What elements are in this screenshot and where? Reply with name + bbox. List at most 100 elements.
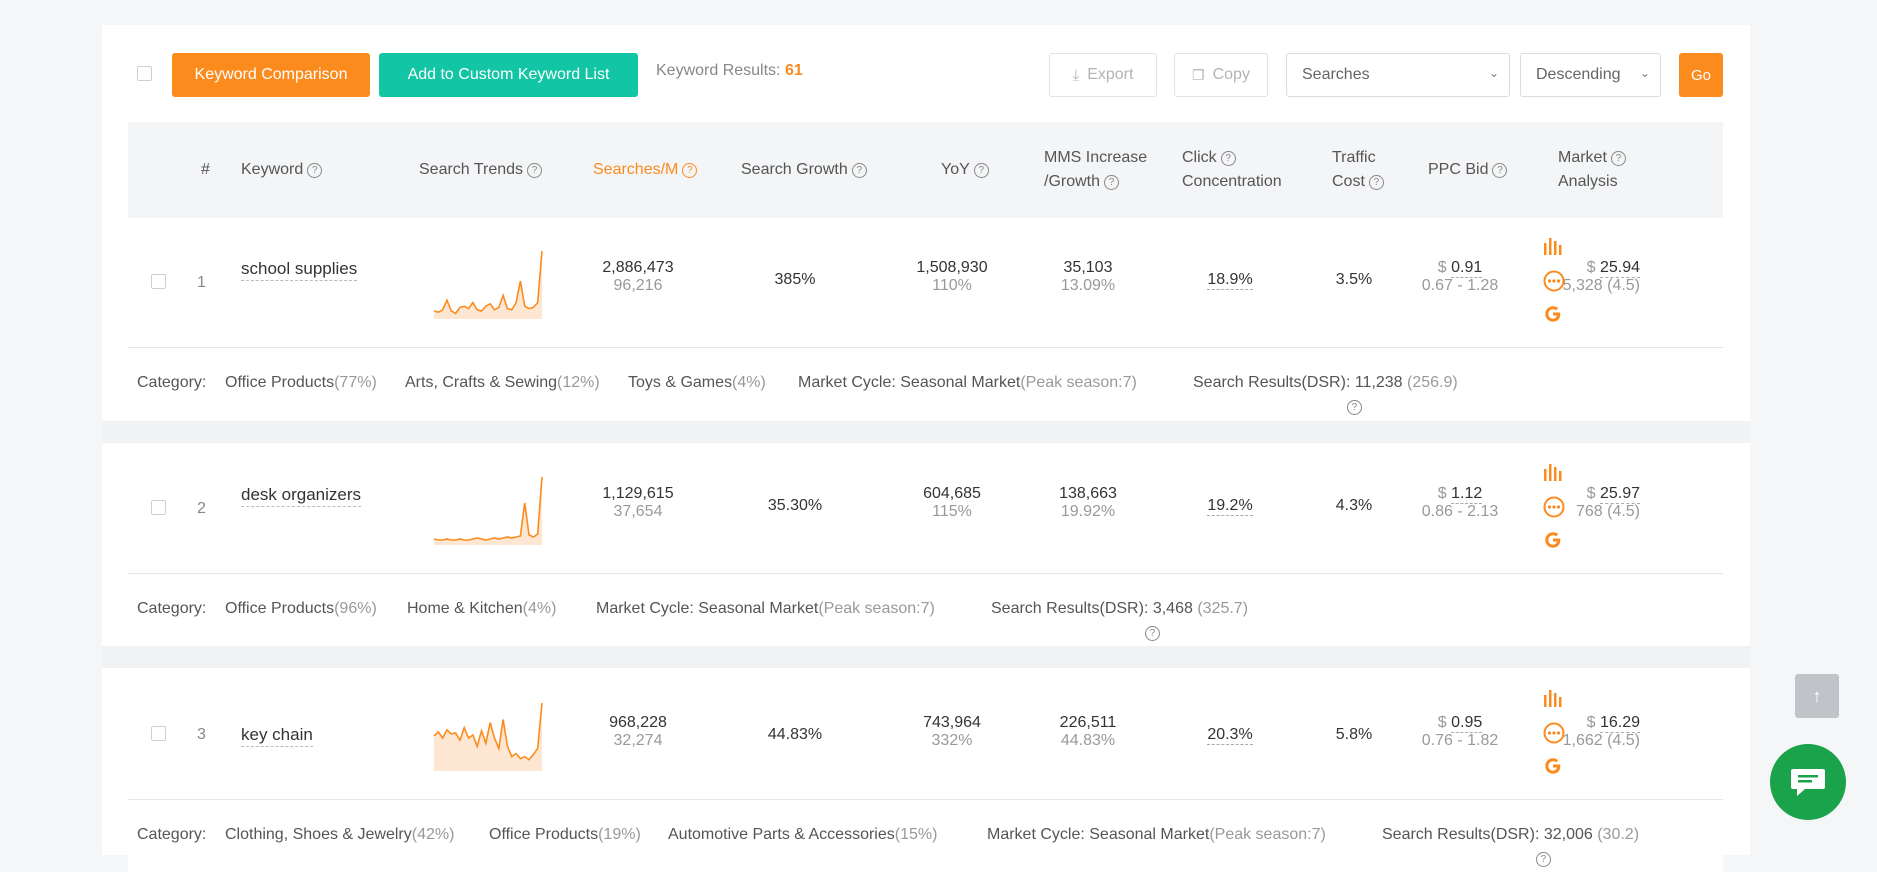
search-growth-cell: 44.83% [767,726,823,743]
more-options-icon[interactable] [1543,270,1565,297]
row-checkbox[interactable] [151,500,166,515]
keyword-link[interactable]: key chain [241,725,313,747]
copy-button[interactable]: ❐ Copy [1174,53,1268,97]
sort-field-select[interactable]: Searches ⌄ [1286,53,1510,97]
row-category-line: Category: Office Products(96%) Home & Ki… [128,574,1723,646]
keyword-link[interactable]: desk organizers [241,485,362,507]
add-to-custom-list-button[interactable]: Add to Custom Keyword List [379,53,638,97]
row-checkbox[interactable] [151,274,166,289]
market-analysis-cell[interactable]: $ 25.94 5,328 (4.5) [1520,259,1640,295]
column-click-concentration[interactable]: Click? Concentration [1182,146,1282,194]
market-analysis-cell[interactable]: $ 25.97 768 (4.5) [1520,485,1640,521]
search-results-dsr: Search Results(DSR)?: 32,006 (30.2) [1382,826,1640,867]
column-searches-per-month[interactable]: Searches/M? [593,158,698,182]
help-icon[interactable]: ? [1346,400,1362,415]
keyword-results-count: Keyword Results: 61 [656,62,803,79]
mms-cell: 35,103 13.09% [1060,259,1116,294]
help-icon[interactable]: ? [851,163,867,178]
market-analysis-cell[interactable]: $ 16.29 1,662 (4.5) [1520,714,1640,750]
table-row: 2 desk organizers 1,129,615 37,654 35.30%… [128,445,1723,574]
yoy-cell: 604,685 115% [923,485,981,520]
category-tag[interactable]: Arts, Crafts & Sewing(12%) [405,374,600,392]
mms-cell: 138,663 19.92% [1059,485,1117,520]
category-label: Category: [137,374,207,391]
chevron-down-icon: ⌄ [1639,66,1650,80]
market-cycle: Market Cycle: Seasonal Market(Peak seaso… [798,374,1137,391]
click-concentration-cell[interactable]: 18.9% [1175,271,1285,290]
category-tag[interactable]: Office Products(96%) [225,600,377,618]
sort-order-select[interactable]: Descending ⌄ [1520,53,1661,97]
arrow-up-icon: ↑ [1812,685,1822,706]
ppc-bid-cell[interactable]: $ 0.91 0.67 - 1.28 [1400,259,1520,295]
row-index: 2 [197,500,206,517]
help-icon[interactable]: ? [973,163,989,178]
column-number: # [201,161,210,178]
row-checkbox[interactable] [151,726,166,741]
category-tag[interactable]: Automotive Parts & Accessories(15%) [668,826,937,844]
row-separator [102,421,1750,443]
column-market-analysis[interactable]: Market? Analysis [1558,146,1626,194]
mms-cell: 226,511 44.83% [1059,714,1117,749]
google-search-icon[interactable] [1543,304,1563,329]
search-growth-cell: 385% [774,271,816,288]
chevron-down-icon: ⌄ [1488,66,1499,80]
help-icon[interactable]: ? [1220,151,1236,166]
ppc-bid-cell[interactable]: $ 1.12 0.86 - 2.13 [1400,485,1520,521]
select-all-checkbox[interactable] [137,66,152,81]
help-icon[interactable]: ? [1610,151,1626,166]
help-icon[interactable]: ? [682,163,698,178]
column-search-growth[interactable]: Search Growth? [741,158,867,182]
go-button[interactable]: Go [1679,53,1723,97]
row-index: 3 [197,726,206,743]
help-icon[interactable]: ? [1492,163,1508,178]
row-category-line: Category: Office Products(77%) Arts, Cra… [128,348,1723,420]
help-icon[interactable]: ? [527,163,543,178]
searches-cell: 1,129,615 37,654 [602,485,674,520]
category-tag[interactable]: Home & Kitchen(4%) [407,600,556,618]
column-yoy[interactable]: YoY? [941,158,989,182]
traffic-cost-cell: 4.3% [1335,497,1373,514]
download-icon: ⤓ [1072,66,1080,84]
market-cycle: Market Cycle: Seasonal Market(Peak seaso… [987,826,1326,843]
help-icon[interactable]: ? [1368,175,1384,190]
help-icon[interactable]: ? [1104,175,1120,190]
category-tag[interactable]: Clothing, Shoes & Jewelry(42%) [225,826,454,844]
search-trend-sparkline [433,702,543,771]
click-concentration-cell[interactable]: 20.3% [1175,726,1285,745]
help-icon[interactable]: ? [307,163,323,178]
category-tag[interactable]: Office Products(19%) [489,826,641,844]
keyword-link[interactable]: school supplies [241,259,358,281]
column-search-trends[interactable]: Search Trends? [419,158,543,182]
table-row: 3 key chain 968,228 32,274 44.83% 743,964… [128,671,1723,800]
bar-chart-icon[interactable] [1543,689,1563,712]
bar-chart-icon[interactable] [1543,463,1563,486]
category-tag[interactable]: Office Products(77%) [225,374,377,392]
keyword-comparison-button[interactable]: Keyword Comparison [172,53,370,97]
google-search-icon[interactable] [1543,530,1563,555]
chat-button[interactable] [1770,744,1846,820]
help-icon[interactable]: ? [1535,852,1551,867]
copy-icon: ❐ [1192,66,1205,83]
ppc-bid-cell[interactable]: $ 0.95 0.76 - 1.82 [1400,714,1520,750]
yoy-cell: 1,508,930 110% [916,259,988,294]
export-button[interactable]: ⤓ Export [1049,53,1157,97]
column-ppc-bid[interactable]: PPC Bid? [1428,158,1508,182]
help-icon[interactable]: ? [1144,626,1160,641]
searches-cell: 968,228 32,274 [609,714,667,749]
category-tag[interactable]: Toys & Games(4%) [628,374,766,392]
more-options-icon[interactable] [1543,722,1565,749]
chat-bubble-icon [1791,769,1825,796]
search-results-dsr: Search Results(DSR)?: 3,468 (325.7) [991,600,1249,641]
bar-chart-icon[interactable] [1543,237,1563,260]
click-concentration-cell[interactable]: 19.2% [1175,497,1285,516]
google-search-icon[interactable] [1543,756,1563,781]
row-category-line: Category: Clothing, Shoes & Jewelry(42%)… [128,800,1723,872]
table-row: 1 school supplies 2,886,473 96,216 385% 1… [128,219,1723,348]
column-traffic-cost[interactable]: Traffic Cost? [1332,146,1384,194]
column-keyword[interactable]: Keyword? [241,158,323,182]
search-trend-sparkline [433,476,543,545]
column-mms-increase[interactable]: MMS Increase/Growth? [1044,146,1147,194]
market-cycle: Market Cycle: Seasonal Market(Peak seaso… [596,600,935,617]
more-options-icon[interactable] [1543,496,1565,523]
back-to-top-button[interactable]: ↑ [1795,674,1839,718]
